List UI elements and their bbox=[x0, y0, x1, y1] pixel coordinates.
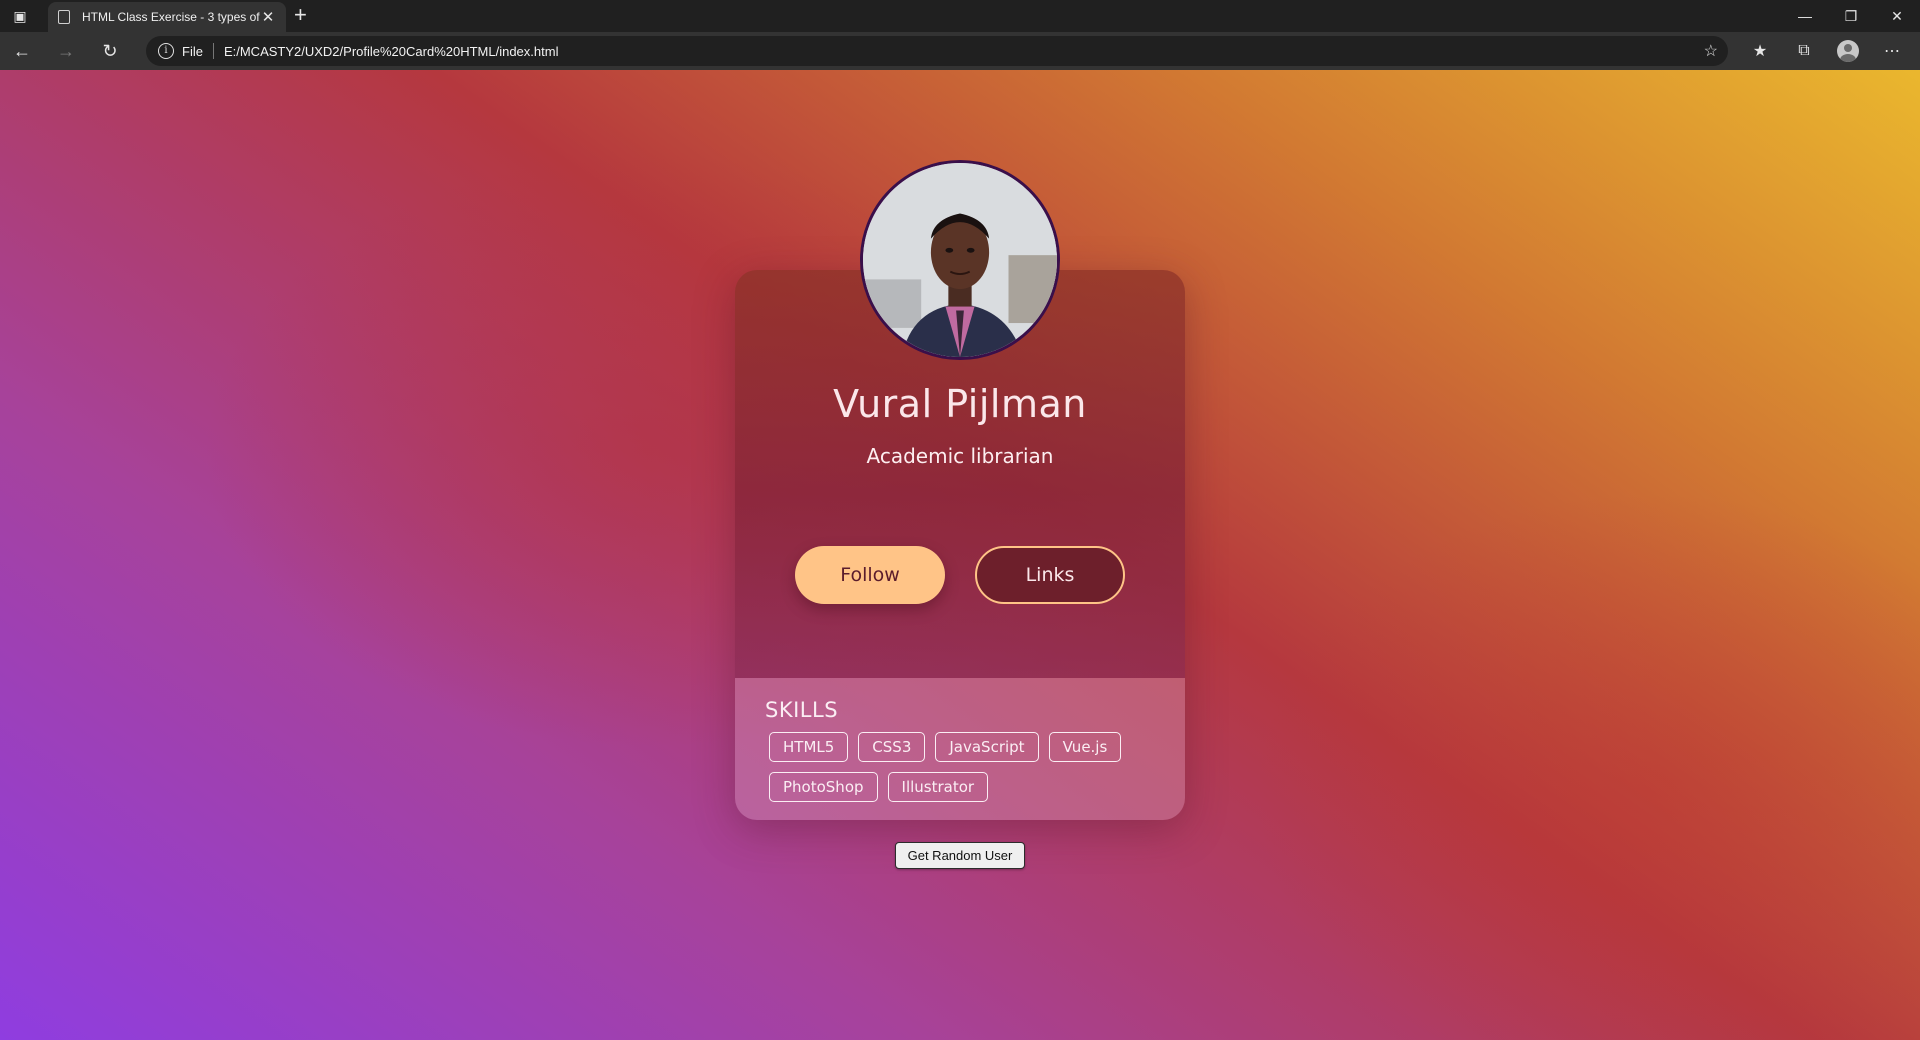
get-random-user-button[interactable]: Get Random User bbox=[895, 842, 1025, 869]
info-icon[interactable]: i bbox=[158, 43, 174, 59]
skill-tag: Illustrator bbox=[887, 772, 989, 802]
skills-title: SKILLS bbox=[765, 698, 839, 722]
browser-toolbar: ← → ↻ i File E:/MCASTY2/UXD2/Profile%20C… bbox=[0, 32, 1920, 70]
skill-tag: HTML5 bbox=[769, 732, 849, 762]
skill-tag: PhotoShop bbox=[769, 772, 878, 802]
plus-icon[interactable]: + bbox=[294, 4, 307, 26]
window-controls: — ❐ ✕ bbox=[1782, 0, 1920, 32]
profile-avatar-icon[interactable] bbox=[1837, 40, 1859, 62]
skill-tag: JavaScript bbox=[935, 732, 1039, 762]
profile-name: Vural Pijlman bbox=[833, 382, 1087, 426]
document-icon bbox=[58, 10, 70, 24]
toolbar-right-actions: ★ ⧉ ⋯ bbox=[1738, 32, 1914, 70]
skill-tag: CSS3 bbox=[858, 732, 926, 762]
forward-arrow-icon[interactable]: → bbox=[44, 32, 88, 70]
background-glow bbox=[1250, 490, 1920, 1040]
back-arrow-icon[interactable]: ← bbox=[0, 32, 44, 70]
address-url[interactable]: E:/MCASTY2/UXD2/Profile%20Card%20HTML/in… bbox=[224, 44, 559, 59]
close-window-icon[interactable]: ✕ bbox=[1874, 0, 1920, 32]
star-plus-icon[interactable]: ☆ bbox=[1704, 41, 1718, 61]
page-viewport: Vural Pijlman Academic librarian Follow … bbox=[0, 70, 1920, 1040]
profile-photo bbox=[860, 160, 1060, 360]
reload-icon[interactable]: ↻ bbox=[88, 32, 132, 70]
address-scheme: File bbox=[182, 43, 203, 59]
favorites-icon[interactable]: ★ bbox=[1738, 32, 1782, 70]
collections-icon[interactable]: ⧉ bbox=[1782, 32, 1826, 70]
tab-title: HTML Class Exercise - 3 types of bbox=[82, 10, 260, 24]
profile-job-title: Academic librarian bbox=[866, 444, 1054, 468]
tab-actions-icon[interactable]: ▣ bbox=[0, 0, 40, 32]
skill-tag: Vue.js bbox=[1048, 732, 1122, 762]
profile-card: Vural Pijlman Academic librarian Follow … bbox=[735, 160, 1185, 820]
more-icon[interactable]: ⋯ bbox=[1870, 32, 1914, 70]
browser-titlebar: ▣ HTML Class Exercise - 3 types of ✕ + —… bbox=[0, 0, 1920, 32]
links-button[interactable]: Links bbox=[975, 546, 1125, 604]
restore-icon[interactable]: ❐ bbox=[1828, 0, 1874, 32]
browser-tab[interactable]: HTML Class Exercise - 3 types of ✕ bbox=[48, 2, 286, 32]
minimize-icon[interactable]: — bbox=[1782, 0, 1828, 32]
address-separator bbox=[212, 43, 214, 59]
profile-photo-image bbox=[863, 163, 1057, 357]
skills-list: HTML5 CSS3 JavaScript Vue.js PhotoShop I… bbox=[769, 732, 1159, 802]
follow-button[interactable]: Follow bbox=[795, 546, 945, 604]
close-icon[interactable]: ✕ bbox=[260, 8, 276, 26]
skills-section: SKILLS HTML5 CSS3 JavaScript Vue.js Phot… bbox=[735, 678, 1185, 820]
address-bar[interactable]: i File E:/MCASTY2/UXD2/Profile%20Card%20… bbox=[146, 36, 1728, 66]
